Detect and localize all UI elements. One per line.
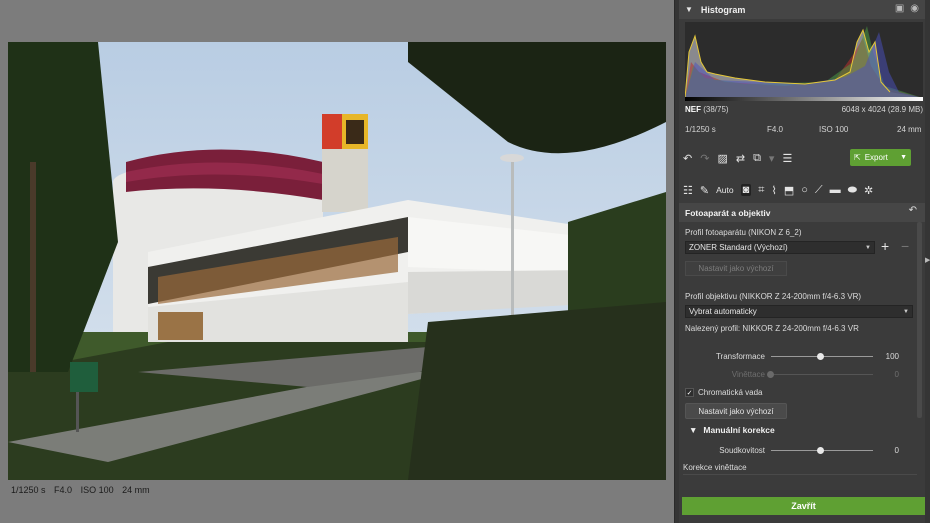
compare-icon[interactable]: ⇄ bbox=[736, 152, 745, 165]
transform-knob[interactable] bbox=[817, 353, 824, 360]
photo-viewer: 1/1250 s F4.0 ISO 100 24 mm bbox=[0, 0, 674, 523]
set-default-disabled-button[interactable]: Nastavit jako výchozí bbox=[685, 261, 787, 276]
remove-profile-icon[interactable]: − bbox=[901, 238, 909, 254]
barrel-label: Soudkovitost bbox=[719, 446, 765, 455]
exif-focal: 24 mm bbox=[897, 125, 922, 134]
exif-exposure: 1/1250 s bbox=[685, 125, 716, 134]
crop-icon[interactable]: ⌗ bbox=[758, 184, 764, 197]
adjust-icon[interactable]: ☷ bbox=[683, 184, 693, 197]
camera-icon[interactable]: ◙ bbox=[740, 184, 752, 196]
gradient-icon[interactable]: ▬ bbox=[830, 184, 841, 196]
chromatic-checkbox-row[interactable]: ✓ Chromatická vada bbox=[685, 388, 762, 397]
file-info-row: NEF (38/75) 6048 x 4024 (28.9 MB) bbox=[685, 105, 925, 114]
vignette-slider[interactable] bbox=[771, 374, 873, 375]
histogram-settings-icon[interactable]: ◉ bbox=[910, 3, 919, 14]
eraser-icon[interactable]: ⬬ bbox=[848, 184, 857, 197]
panel-toggle-icon[interactable]: ▶ bbox=[925, 256, 930, 264]
building-photo bbox=[8, 42, 666, 480]
barrel-knob[interactable] bbox=[817, 447, 824, 454]
app-window: 1/1250 s F4.0 ISO 100 24 mm ▼ Histogram … bbox=[0, 0, 930, 523]
manual-corrections-header[interactable]: ▼ Manuální korekce bbox=[689, 425, 775, 435]
straighten-icon[interactable]: ⌇ bbox=[771, 184, 776, 197]
histogram-header[interactable]: ▼ Histogram ▣ ◉ bbox=[679, 0, 925, 19]
back-icon[interactable]: ↶ bbox=[909, 205, 917, 216]
photo-image[interactable] bbox=[8, 42, 666, 480]
redo-icon[interactable]: ↷ bbox=[700, 152, 709, 165]
chevron-down-icon: ▼ bbox=[903, 308, 909, 315]
vignette-knob[interactable] bbox=[767, 371, 774, 378]
info-iso: ISO 100 bbox=[80, 485, 114, 495]
export-label: Export bbox=[864, 153, 888, 162]
exif-aperture: F4.0 bbox=[767, 125, 784, 134]
transform-icon[interactable]: ⬒ bbox=[784, 184, 794, 197]
barrel-value: 0 bbox=[894, 446, 899, 455]
panel-content: ▼ Histogram ▣ ◉ NEF (38/75) 6048 x 4024 bbox=[679, 0, 925, 523]
vignette-value: 0 bbox=[894, 370, 899, 379]
histogram-title: Histogram bbox=[700, 4, 746, 15]
crop-view-icon[interactable]: ⧉ bbox=[753, 152, 761, 165]
file-type: NEF bbox=[685, 105, 701, 114]
collapse-triangle-icon[interactable]: ▼ bbox=[685, 5, 693, 14]
sliders-icon[interactable]: ☰ bbox=[782, 152, 792, 165]
vignette-correction-label: Korekce viněttace bbox=[683, 463, 747, 472]
file-dimensions: 6048 x 4024 (28.9 MB) bbox=[841, 105, 923, 114]
transform-value: 100 bbox=[885, 352, 899, 361]
chevron-down-icon: ▼ bbox=[865, 244, 871, 251]
vignette-label: Viněttace bbox=[731, 370, 765, 379]
manual-corrections-label: Manuální korekce bbox=[703, 425, 775, 435]
info-focal: 24 mm bbox=[122, 485, 150, 495]
undo-icon[interactable]: ↶ bbox=[683, 152, 692, 165]
info-aperture: F4.0 bbox=[54, 485, 73, 495]
image-view-icon[interactable]: ▨ bbox=[717, 152, 727, 165]
close-button[interactable]: Zavřít bbox=[682, 497, 925, 515]
file-index: (38/75) bbox=[703, 105, 729, 114]
found-profile-text: Nalezený profil: NIKKOR Z 24-200mm f/4-6… bbox=[685, 324, 859, 333]
export-button[interactable]: ⇱ Export ▼ bbox=[850, 149, 911, 166]
divider bbox=[683, 474, 917, 475]
set-default-button[interactable]: Nastavit jako výchozí bbox=[685, 403, 787, 419]
expand-triangle-icon[interactable]: ▼ bbox=[689, 425, 697, 435]
brush-icon[interactable]: ⟋ bbox=[815, 184, 823, 197]
settings-gear-icon[interactable]: ✲ bbox=[864, 184, 873, 197]
chromatic-label: Chromatická vada bbox=[698, 388, 763, 397]
histogram-graph bbox=[685, 22, 923, 98]
export-icon: ⇱ bbox=[854, 153, 861, 162]
lens-profile-select[interactable]: Vybrat automaticky ▼ bbox=[685, 305, 913, 318]
camera-profile-label: Profil fotoaparátu (NIKON Z 6_2) bbox=[685, 228, 802, 237]
chromatic-checkbox[interactable]: ✓ bbox=[685, 388, 694, 397]
histogram-gradient bbox=[685, 97, 923, 101]
save-icon[interactable]: ▾ bbox=[769, 152, 775, 165]
photo-info-bar: 1/1250 s F4.0 ISO 100 24 mm bbox=[11, 485, 156, 495]
lens-profile-value: Vybrat automaticky bbox=[689, 307, 757, 316]
auto-wrench-icon[interactable]: ✎ bbox=[700, 184, 709, 197]
histogram-mode-icon[interactable]: ▣ bbox=[895, 3, 904, 14]
transform-label: Transformace bbox=[715, 352, 765, 361]
panel-scrollbar[interactable] bbox=[917, 222, 922, 418]
auto-button[interactable]: Auto bbox=[716, 185, 734, 195]
radial-filter-icon[interactable]: ○ bbox=[801, 184, 808, 196]
right-panel: ▼ Histogram ▣ ◉ NEF (38/75) 6048 x 4024 bbox=[674, 0, 930, 523]
section-title: Fotoaparát a objektiv bbox=[685, 207, 771, 218]
info-exposure: 1/1250 s bbox=[11, 485, 46, 495]
lens-profile-label: Profil objektivu (NIKKOR Z 24-200mm f/4-… bbox=[685, 292, 862, 301]
camera-profile-value: ZONER Standard (Výchozí) bbox=[689, 243, 788, 252]
export-dropdown-icon[interactable]: ▼ bbox=[900, 154, 907, 161]
add-profile-icon[interactable]: + bbox=[881, 238, 889, 254]
section-header[interactable]: Fotoaparát a objektiv ↶ bbox=[679, 203, 925, 222]
camera-profile-select[interactable]: ZONER Standard (Výchozí) ▼ bbox=[685, 241, 875, 254]
exif-iso: ISO 100 bbox=[819, 125, 849, 134]
tools-toolbar: ☷ ✎ Auto ◙ ⌗ ⌇ ⬒ ○ ⟋ ▬ ⬬ ✲ bbox=[683, 181, 925, 199]
